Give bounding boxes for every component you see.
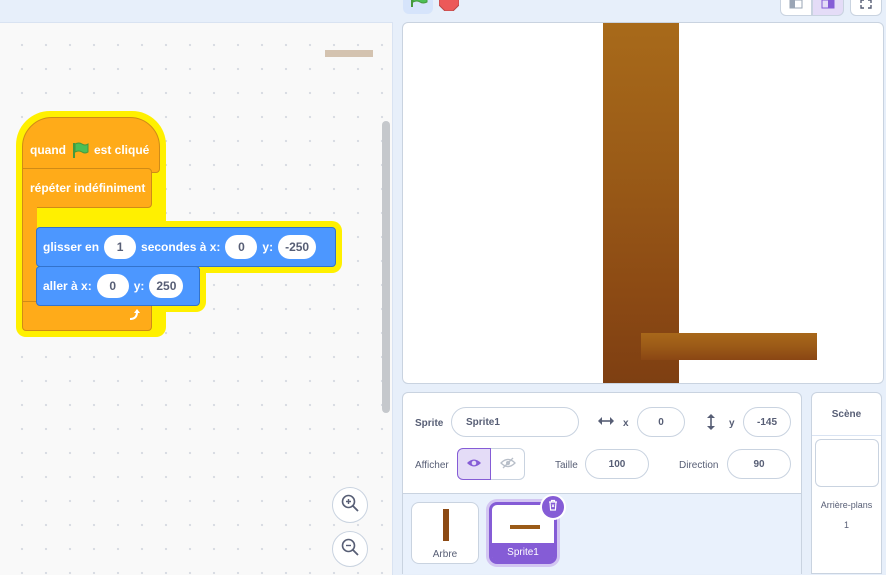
- small-stage-button[interactable]: [780, 0, 812, 16]
- y-input[interactable]: -145: [743, 407, 791, 437]
- go-to-xy-block[interactable]: aller à x: 0 y: 250: [36, 266, 200, 306]
- sprite1-thumbnail: [510, 525, 540, 529]
- sprite-thumb-arbre[interactable]: Arbre: [411, 502, 479, 564]
- show-visible-button[interactable]: [457, 448, 491, 480]
- size-value: 100: [608, 458, 626, 470]
- fullscreen-button[interactable]: [850, 0, 882, 16]
- direction-value: 90: [753, 458, 765, 470]
- large-stage-icon: [821, 0, 835, 14]
- y-label: y: [729, 418, 735, 429]
- stage-target-panel[interactable]: Scène Arrière-plans 1: [811, 392, 882, 574]
- goto-prefix-label: aller à x:: [43, 279, 92, 293]
- trash-icon: [547, 498, 559, 516]
- goto-y-label: y:: [133, 279, 145, 293]
- loop-arrow-icon: [127, 308, 141, 325]
- stop-button[interactable]: [438, 0, 460, 16]
- green-flag-button[interactable]: [403, 0, 433, 14]
- green-flag-icon: [408, 0, 428, 12]
- glide-mid-label: secondes à x:: [141, 240, 221, 254]
- glide-secs-input[interactable]: 1: [104, 235, 137, 259]
- vertical-scrollbar[interactable]: [382, 121, 390, 413]
- when-flag-clicked-block[interactable]: quand est cliqué: [22, 117, 160, 173]
- x-input[interactable]: 0: [637, 407, 685, 437]
- hat-when-label: quand: [30, 143, 66, 157]
- delete-sprite-button[interactable]: [540, 494, 566, 520]
- code-area[interactable]: quand est cliqué répéter indéfiniment gl…: [0, 22, 393, 575]
- small-stage-icon: [789, 0, 803, 14]
- show-label: Afficher: [415, 460, 449, 471]
- x-value: 0: [658, 416, 664, 428]
- hat-clicked-label: est cliqué: [94, 143, 150, 157]
- arbre-thumbnail: [443, 509, 449, 541]
- backdrops-count: 1: [843, 520, 849, 530]
- y-value: -145: [756, 416, 777, 428]
- vertical-arrows-icon: [705, 413, 717, 434]
- forever-block-arm: [22, 205, 37, 305]
- goto-y-input[interactable]: 250: [149, 274, 184, 298]
- goto-x-input[interactable]: 0: [96, 274, 129, 298]
- zoom-out-button[interactable]: [332, 531, 368, 567]
- stop-icon: [438, 0, 460, 15]
- direction-input[interactable]: 90: [727, 449, 791, 479]
- zoom-in-button[interactable]: [332, 487, 368, 523]
- size-label: Taille: [555, 460, 578, 471]
- direction-label: Direction: [679, 460, 719, 471]
- sprite-label: Sprite: [415, 418, 444, 429]
- glide-x-input[interactable]: 0: [225, 235, 258, 259]
- backdrop-thumbnail[interactable]: [815, 439, 879, 487]
- glide-prefix-label: glisser en: [43, 240, 100, 254]
- green-flag-icon: [71, 141, 89, 159]
- forever-block[interactable]: répéter indéfiniment: [22, 168, 152, 208]
- sprite-name-label: Sprite1: [492, 543, 554, 561]
- eye-hidden-icon: [499, 457, 516, 472]
- sprite-name-input[interactable]: Sprite1: [451, 407, 579, 437]
- scroll-handle[interactable]: [325, 50, 373, 57]
- size-input[interactable]: 100: [585, 449, 649, 479]
- x-label: x: [623, 418, 629, 429]
- sprite-info-panel: Sprite Sprite1 x 0 y -145 Afficher Taill…: [402, 392, 802, 494]
- large-stage-button[interactable]: [812, 0, 844, 16]
- glide-to-xy-block[interactable]: glisser en 1 secondes à x: 0 y: -250: [36, 227, 336, 267]
- glide-y-label: y:: [262, 240, 274, 254]
- tree-sprite[interactable]: [603, 23, 679, 383]
- stage-canvas[interactable]: [402, 22, 884, 384]
- fullscreen-icon: [860, 0, 872, 14]
- forever-label: répéter indéfiniment: [30, 181, 146, 195]
- eye-icon: [466, 458, 482, 471]
- show-hidden-button[interactable]: [491, 448, 525, 480]
- zoom-in-icon: [340, 493, 360, 518]
- sprite-list: Arbre Sprite1: [402, 494, 802, 574]
- branch-sprite[interactable]: [641, 333, 817, 360]
- glide-y-input[interactable]: -250: [278, 235, 317, 259]
- horizontal-arrows-icon: [597, 415, 615, 430]
- sprite-name-label: Arbre: [432, 548, 458, 560]
- stage-panel-title: Scène: [831, 409, 862, 420]
- stage-panel-divider: [812, 435, 881, 436]
- sprite-name-value: Sprite1: [466, 416, 500, 428]
- backdrops-label: Arrière-plans: [820, 500, 873, 510]
- zoom-out-icon: [340, 537, 360, 562]
